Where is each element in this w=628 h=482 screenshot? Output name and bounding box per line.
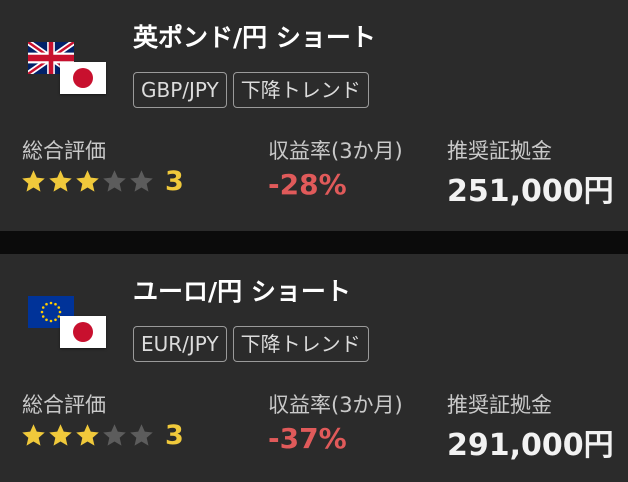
strategy-card[interactable]: 英ポンド/円 ショート GBP/JPY 下降トレンド 総合評価 収益率(3か月)… — [0, 0, 628, 231]
tag-list: EUR/JPY 下降トレンド — [133, 326, 369, 362]
star-empty-icon — [128, 168, 155, 195]
rating-value: 3 — [165, 420, 184, 451]
return-value: -37% — [268, 422, 347, 455]
star-filled-icon — [47, 168, 74, 195]
margin-value: 251,000円 — [447, 174, 614, 209]
return-label: 収益率(3か月) — [268, 139, 403, 163]
star-filled-icon — [47, 422, 74, 449]
rating-value: 3 — [165, 166, 184, 197]
japan-flag-icon — [60, 316, 106, 348]
star-filled-icon — [74, 422, 101, 449]
card-title: ユーロ/円 ショート — [133, 277, 351, 306]
pair-tag: EUR/JPY — [133, 326, 227, 362]
return-label: 収益率(3か月) — [268, 393, 403, 417]
star-filled-icon — [74, 168, 101, 195]
pair-tag: GBP/JPY — [133, 72, 227, 108]
star-empty-icon — [101, 168, 128, 195]
star-filled-icon — [20, 168, 47, 195]
japan-flag-icon — [60, 62, 106, 94]
margin-value: 291,000円 — [447, 428, 614, 463]
currency-pair-flags — [28, 42, 108, 104]
trend-tag: 下降トレンド — [232, 72, 369, 108]
return-value: -28% — [268, 168, 347, 201]
rating-label: 総合評価 — [22, 393, 106, 417]
tag-list: GBP/JPY 下降トレンド — [133, 72, 369, 108]
currency-pair-flags — [28, 296, 108, 358]
strategy-card[interactable]: ユーロ/円 ショート EUR/JPY 下降トレンド 総合評価 収益率(3か月) … — [0, 254, 628, 482]
star-empty-icon — [101, 422, 128, 449]
margin-label: 推奨証拠金 — [447, 139, 552, 163]
trend-tag: 下降トレンド — [232, 326, 369, 362]
star-rating: 3 — [20, 168, 184, 195]
rating-label: 総合評価 — [22, 139, 106, 163]
star-rating: 3 — [20, 422, 184, 449]
star-empty-icon — [128, 422, 155, 449]
margin-label: 推奨証拠金 — [447, 393, 552, 417]
star-filled-icon — [20, 422, 47, 449]
card-title: 英ポンド/円 ショート — [133, 23, 376, 52]
